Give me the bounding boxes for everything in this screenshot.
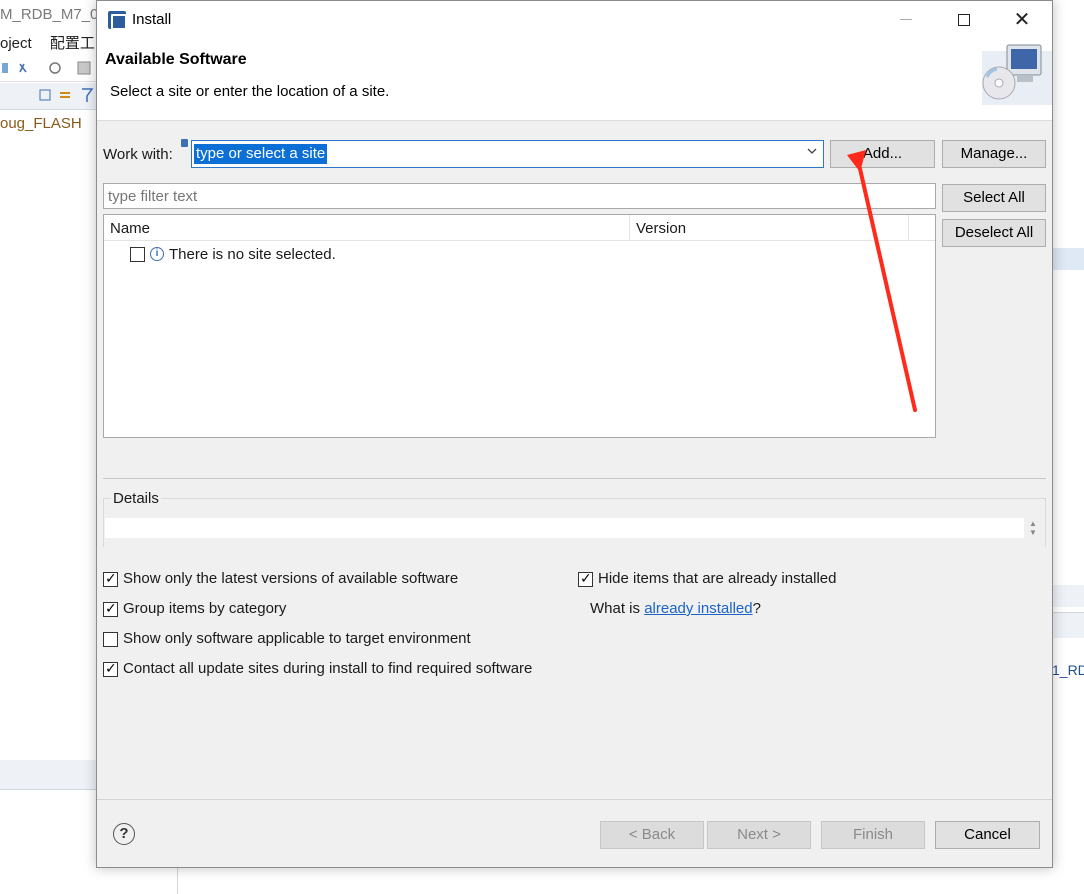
option-hide-installed[interactable]: Hide items that are already installed xyxy=(578,570,836,587)
work-with-value[interactable]: type or select a site xyxy=(194,144,328,164)
content-assist-icon xyxy=(181,139,188,147)
tree-row-label: There is no site selected. xyxy=(169,245,336,263)
tree-row-checkbox[interactable] xyxy=(130,246,145,262)
finish-button[interactable]: Finish xyxy=(821,821,925,849)
background-menu-bar: oject 配置工 xyxy=(0,32,109,53)
maximize-icon xyxy=(958,13,970,26)
footer-divider xyxy=(97,799,1052,800)
details-text-area[interactable] xyxy=(105,518,1024,538)
filter-field[interactable] xyxy=(103,183,936,209)
background-right-panel-row xyxy=(1052,585,1084,607)
back-button[interactable]: < Back xyxy=(600,821,704,849)
dialog-title-bar[interactable]: Install ✕ xyxy=(97,1,1052,39)
background-toolbar xyxy=(0,56,96,82)
info-icon: i xyxy=(150,247,164,262)
maximize-button[interactable] xyxy=(935,1,993,39)
cancel-button[interactable]: Cancel xyxy=(935,821,1040,849)
column-divider[interactable] xyxy=(908,215,909,241)
toolbar-icons xyxy=(2,61,91,75)
background-menu-item-project[interactable]: oject xyxy=(0,35,32,52)
chevron-down-icon[interactable] xyxy=(807,146,817,156)
page-title: Available Software xyxy=(105,51,247,68)
tree-header: Name Version xyxy=(104,215,935,241)
details-label: Details xyxy=(111,490,161,507)
section-divider xyxy=(103,478,1046,479)
work-with-combo[interactable]: type or select a site xyxy=(191,140,824,168)
software-tree[interactable]: Name Version i There is no site selected. xyxy=(103,214,936,438)
manage-button[interactable]: Manage... xyxy=(942,140,1046,168)
applicable-only-label: Show only software applicable to target … xyxy=(123,630,471,647)
background-right-panel-header xyxy=(1052,612,1084,638)
wizard-header: Available Software Select a site or ente… xyxy=(97,39,1052,121)
column-header-version[interactable]: Version xyxy=(636,220,686,237)
add-button[interactable]: Add... xyxy=(830,140,935,168)
contact-sites-checkbox[interactable] xyxy=(103,660,118,677)
already-installed-link[interactable]: already installed xyxy=(644,600,752,617)
hide-installed-label: Hide items that are already installed xyxy=(598,570,837,587)
next-button[interactable]: Next > xyxy=(707,821,811,849)
help-icon[interactable]: ? xyxy=(113,823,135,845)
group-by-category-checkbox[interactable] xyxy=(103,600,118,617)
background-selected-row xyxy=(1052,248,1084,270)
background-window-title: M_RDB_M7_0/ xyxy=(0,6,103,23)
hide-installed-checkbox[interactable] xyxy=(578,570,593,587)
dialog-title: Install xyxy=(132,11,172,28)
background-tree-item[interactable]: oug_FLASH xyxy=(0,115,82,132)
column-divider[interactable] xyxy=(629,215,630,241)
option-contact-sites[interactable]: Contact all update sites during install … xyxy=(103,660,532,677)
close-icon: ✕ xyxy=(1013,9,1031,31)
work-with-label: Work with: xyxy=(103,146,173,163)
what-is-prefix: What is xyxy=(590,600,645,617)
install-graphic-icon xyxy=(982,44,1052,105)
background-menu-item-config[interactable]: 配置工 xyxy=(50,35,95,52)
column-header-name[interactable]: Name xyxy=(110,220,150,237)
install-dialog: Install ✕ Available Software Select a si… xyxy=(96,0,1053,868)
background-panel-header xyxy=(0,83,96,110)
option-applicable-only[interactable]: Show only software applicable to target … xyxy=(103,630,471,647)
select-all-button[interactable]: Select All xyxy=(942,184,1046,212)
details-scroll-arrows-icon[interactable]: ▲ ▼ xyxy=(1028,519,1038,537)
what-is-suffix: ? xyxy=(752,600,761,617)
filter-input[interactable] xyxy=(104,184,935,208)
what-is-installed-text: What is already installed? xyxy=(590,600,761,617)
tree-row[interactable]: i There is no site selected. xyxy=(130,245,336,265)
latest-versions-checkbox[interactable] xyxy=(103,570,118,587)
option-group-by-category[interactable]: Group items by category xyxy=(103,600,286,617)
latest-versions-label: Show only the latest versions of availab… xyxy=(123,570,459,587)
background-right-text: 1_RDI xyxy=(1052,662,1084,678)
option-latest-versions[interactable]: Show only the latest versions of availab… xyxy=(103,570,458,587)
group-by-category-label: Group items by category xyxy=(123,600,287,617)
minimize-button[interactable] xyxy=(877,1,935,39)
page-description: Select a site or enter the location of a… xyxy=(110,83,390,100)
minimize-icon xyxy=(900,19,912,21)
contact-sites-label: Contact all update sites during install … xyxy=(123,660,533,677)
panel-header-icons xyxy=(39,88,94,102)
app-icon xyxy=(108,11,127,30)
close-button[interactable]: ✕ xyxy=(993,1,1051,39)
deselect-all-button[interactable]: Deselect All xyxy=(942,219,1046,247)
applicable-only-checkbox[interactable] xyxy=(103,631,118,647)
